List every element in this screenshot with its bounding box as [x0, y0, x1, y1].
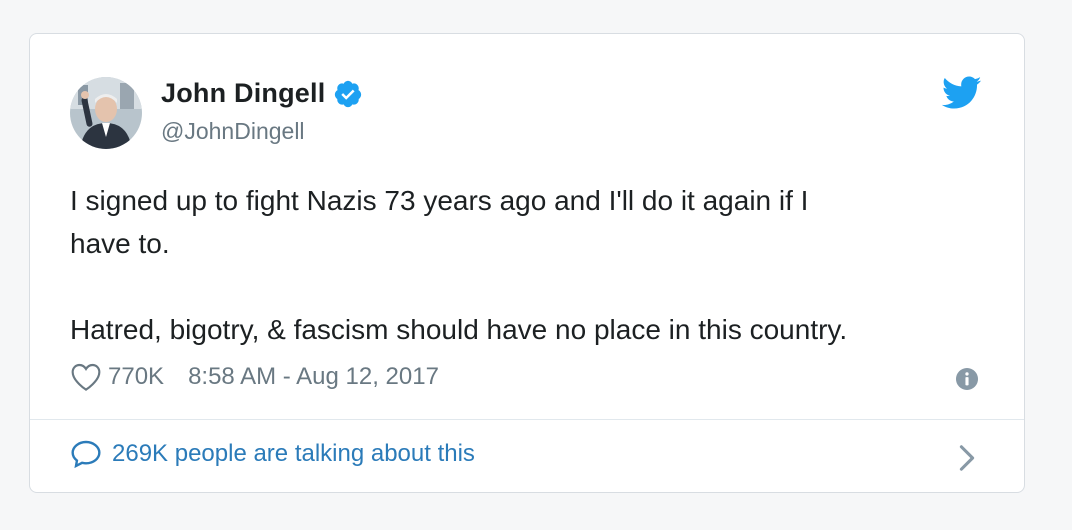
verified-badge-icon [335, 80, 362, 107]
avatar-photo [70, 77, 142, 149]
like-count[interactable]: 770K [108, 363, 164, 391]
avatar[interactable] [70, 77, 142, 149]
conversation-link[interactable]: 269K people are talking about this [70, 439, 475, 469]
tweet-timestamp[interactable]: 8:58 AM - Aug 12, 2017 [188, 363, 439, 391]
tweet-text: I signed up to fight Nazis 73 years ago … [70, 185, 848, 345]
chevron-right-icon[interactable] [958, 444, 976, 472]
tweet-meta: 770K 8:58 AM - Aug 12, 2017 [70, 362, 439, 392]
author-row: John Dingell [161, 78, 363, 109]
conversation-count-text[interactable]: 269K people are talking about this [112, 440, 475, 468]
author-name[interactable]: John Dingell [161, 78, 325, 109]
speech-bubble-icon [71, 440, 101, 469]
tweet-card: John Dingell @JohnDingell I signed up to… [29, 33, 1025, 493]
info-icon[interactable] [956, 368, 978, 390]
twitter-bird-icon[interactable] [942, 76, 982, 110]
divider [30, 419, 1024, 420]
author-handle[interactable]: @JohnDingell [161, 118, 305, 145]
heart-icon[interactable] [70, 362, 102, 392]
